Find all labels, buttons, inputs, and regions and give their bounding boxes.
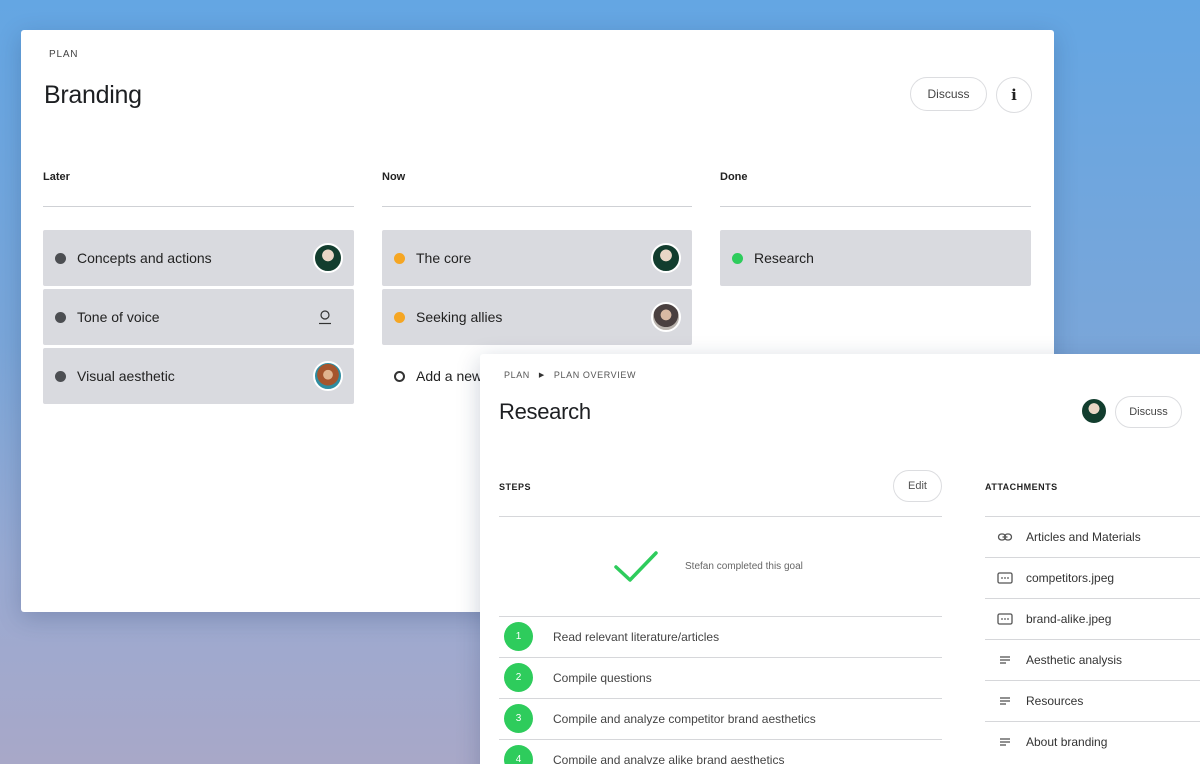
attachment-label: competitors.jpeg [1026,570,1115,585]
status-dot-icon [394,311,405,323]
text-lines-icon [1000,737,1010,746]
add-circle-icon [394,370,405,382]
task-label: Seeking allies [416,309,503,325]
step-number: 3 [504,704,533,733]
task-label: Tone of voice [77,309,160,325]
attachment-item[interactable]: competitors.jpeg [985,557,1114,598]
column-divider [43,206,354,207]
task-card[interactable]: Concepts and actions [43,230,354,286]
attachment-label: Articles and Materials [1026,529,1141,544]
step-label: Compile and analyze competitor brand aes… [553,711,816,726]
task-label: Research [754,250,814,266]
steps-heading: STEPS [499,482,532,492]
attachment-item[interactable]: Articles and Materials [985,516,1141,557]
avatar[interactable] [651,243,681,273]
status-dot-icon [55,311,66,323]
page-title: Branding [44,81,142,109]
breadcrumb: PLAN ▶ PLAN OVERVIEW [504,370,636,380]
step-item[interactable]: 1 Read relevant literature/articles [504,616,719,657]
text-lines-icon [1000,696,1010,705]
attachment-item[interactable]: Aesthetic analysis [985,639,1122,680]
task-card[interactable]: Seeking allies [382,289,692,345]
board-eyebrow: PLAN [49,49,79,60]
avatar[interactable] [313,361,343,391]
image-file-icon [997,612,1013,625]
attachment-label: Resources [1026,693,1084,708]
discuss-button[interactable]: Discuss [910,77,987,111]
status-dot-icon [55,252,66,264]
attachment-label: About branding [1026,734,1108,749]
breadcrumb-arrow-icon: ▶ [538,372,545,379]
step-number: 1 [504,622,533,651]
attachments-heading: ATTACHMENTS [985,482,1058,492]
task-card[interactable]: Research [720,230,1031,286]
goal-title: Research [499,399,591,424]
breadcrumb-plan[interactable]: PLAN [504,370,530,380]
discuss-button[interactable]: Discuss [1115,396,1182,428]
avatar[interactable] [651,302,681,332]
status-dot-icon [55,370,66,382]
column-divider [382,206,692,207]
goal-detail-card: PLAN ▶ PLAN OVERVIEW Research Discuss ST… [480,354,1200,764]
column-divider [720,206,1031,207]
attachment-label: Aesthetic analysis [1026,652,1123,667]
step-number: 4 [504,745,533,764]
task-label: The core [416,250,472,266]
task-label: Visual aesthetic [77,368,175,384]
step-item[interactable]: 3 Compile and analyze competitor brand a… [504,698,816,739]
steps-divider [499,516,942,517]
attachment-item[interactable]: Resources [985,680,1083,721]
step-item[interactable]: 4 Compile and analyze alike brand aesthe… [504,739,784,764]
checkmark-icon [614,551,658,582]
avatar[interactable] [1080,397,1108,425]
task-card[interactable]: The core [382,230,692,286]
add-task-label: Add a new [416,368,483,384]
column-header-later: Later [43,171,70,183]
attachment-label: brand-alike.jpeg [1026,611,1112,626]
link-icon [997,532,1013,541]
step-label: Read relevant literature/articles [553,629,720,644]
column-header-done: Done [720,171,748,183]
completed-text: Stefan completed this goal [685,561,803,572]
breadcrumb-plan-overview[interactable]: PLAN OVERVIEW [554,370,636,380]
task-card[interactable]: Visual aesthetic [43,348,354,404]
step-label: Compile and analyze alike brand aestheti… [553,752,785,764]
task-label: Concepts and actions [77,250,212,266]
step-item[interactable]: 2 Compile questions [504,657,652,698]
status-dot-icon [732,252,743,264]
step-number: 2 [504,663,533,692]
edit-steps-button[interactable]: Edit [893,470,942,502]
task-card[interactable]: Tone of voice [43,289,354,345]
attachment-item[interactable]: brand-alike.jpeg [985,598,1111,639]
avatar[interactable] [313,243,343,273]
column-header-now: Now [382,171,406,183]
attachment-item[interactable]: About branding [985,721,1107,762]
text-lines-icon [1000,655,1010,664]
unassigned-user-icon[interactable] [317,309,333,325]
image-file-icon [997,571,1013,584]
step-label: Compile questions [553,670,652,685]
info-button[interactable]: i [996,77,1032,113]
status-dot-icon [394,252,405,264]
